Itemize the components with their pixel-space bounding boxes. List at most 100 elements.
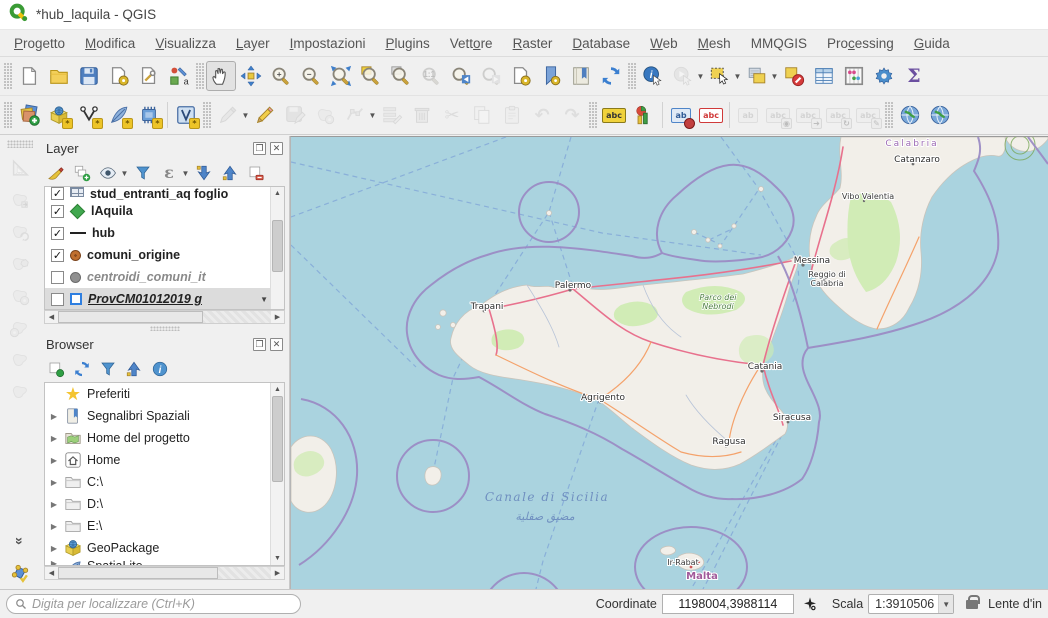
menu-raster[interactable]: Raster [503,33,563,54]
pin-unpin-labels-button[interactable]: ab [666,100,696,130]
browser-item-spatialite[interactable]: ▶SpatiaLite [45,559,284,566]
toggle-editing-button[interactable] [250,100,280,130]
layer-item-centroidi-comuni-it[interactable]: centroidi_comuni_it [45,266,284,288]
layer-scroll-down-arrow[interactable]: ▼ [260,295,268,304]
menu-modifica[interactable]: Modifica [75,33,145,54]
toggle-extents-icon[interactable] [802,596,818,612]
identify-features-button[interactable]: i [638,61,668,91]
layer-diagram-options-button[interactable] [629,100,659,130]
browser-item-preferiti[interactable]: ★Preferiti [45,383,284,405]
zoom-to-selection-button[interactable] [356,61,386,91]
highlight-pinned-labels-button[interactable]: abc [696,100,726,130]
new-spatial-bookmark-button[interactable] [536,61,566,91]
toolbar-grip[interactable] [7,140,33,148]
toolbar-grip[interactable] [4,102,12,128]
toolbar-grip[interactable] [4,63,12,89]
new-map-view-button[interactable] [506,61,536,91]
menu-visualizza[interactable]: Visualizza [145,33,226,54]
new-print-layout-button[interactable] [104,61,134,91]
new-temporary-scratch-layer-button[interactable]: * [134,100,164,130]
toolbar-grip[interactable] [628,63,636,89]
browser-item-segnalibri-spaziali[interactable]: ▶Segnalibri Spaziali [45,405,284,427]
add-selected-layers-button[interactable] [44,357,68,381]
menu-mmqgis[interactable]: MMQGIS [741,33,817,54]
show-layout-manager-button[interactable] [134,61,164,91]
menu-guida[interactable]: Guida [904,33,960,54]
browser-vscrollbar[interactable]: ▲▼ [270,383,284,565]
zoom-to-layer-button[interactable] [386,61,416,91]
layer-item-hub[interactable]: ✓hub [45,222,284,244]
filter-legend-by-expression-dropdown-arrow[interactable]: ▼ [181,169,190,178]
new-spatialite-layer-button[interactable]: * [104,100,134,130]
menu-mesh[interactable]: Mesh [688,33,741,54]
expander-icon[interactable]: ▶ [49,559,59,566]
expander-icon[interactable]: ▶ [49,434,59,443]
new-project-button[interactable] [14,61,44,91]
filter-browser-button[interactable] [96,357,120,381]
field-calculator-button[interactable] [839,61,869,91]
zoom-in-button[interactable]: + [266,61,296,91]
expander-icon[interactable]: ▶ [49,456,59,465]
deselect-all-button[interactable] [779,61,809,91]
layer-item-laquila[interactable]: ✓lAquila [45,200,284,222]
menu-layer[interactable]: Layer [226,33,280,54]
select-features-button[interactable] [705,61,735,91]
open-attribute-table-button[interactable] [809,61,839,91]
menu-impostazioni[interactable]: Impostazioni [280,33,376,54]
toolbar-grip[interactable] [196,63,204,89]
layers-panel-close-button[interactable]: ✕ [270,142,283,155]
filter-legend-by-expression-button[interactable]: ε [157,161,181,185]
zoom-full-button[interactable] [326,61,356,91]
refresh-button[interactable] [596,61,626,91]
expander-icon[interactable]: ▶ [49,500,59,509]
toolbar-grip[interactable] [589,102,597,128]
menu-web[interactable]: Web [640,33,688,54]
pan-to-selection-button[interactable] [236,61,266,91]
layer-item-provcm01012019-g[interactable]: ProvCM01012019 g▼ [45,288,284,310]
browser-item-home[interactable]: ▶Home [45,449,284,471]
coordinate-input[interactable] [669,597,787,611]
save-project-button[interactable] [74,61,104,91]
collapse-all-browser-button[interactable] [122,357,146,381]
expander-icon[interactable]: ▶ [49,412,59,421]
layer-checkbox[interactable] [51,293,64,306]
style-manager-button[interactable]: a [164,61,194,91]
expander-icon[interactable]: ▶ [49,522,59,531]
zoom-out-button[interactable]: − [296,61,326,91]
menu-vettore[interactable]: Vettore [440,33,503,54]
expander-icon[interactable]: ▶ [49,544,59,553]
topology-checker-button[interactable] [5,558,35,588]
statistical-summary-button[interactable]: Σ [899,61,929,91]
toolbar-grip[interactable] [203,102,211,128]
open-project-button[interactable] [44,61,74,91]
map-canvas[interactable]: PalermoTrapaniMessinaReggio diCalabriaCa… [290,136,1048,589]
browser-item-d[interactable]: ▶D:\ [45,493,284,515]
scale-combobox[interactable]: 1:3910506 ▼ [868,594,954,614]
browser-item-geopackage[interactable]: ▶GeoPackage [45,537,284,559]
menu-progetto[interactable]: Progetto [4,33,75,54]
processing-toolbox-button[interactable] [869,61,899,91]
enable-properties-widget-button[interactable]: i [148,357,172,381]
browser-panel-close-button[interactable]: ✕ [270,338,283,351]
locator-search[interactable] [6,594,301,614]
browser-item-home-del-progetto[interactable]: ▶Home del progetto [45,427,284,449]
layer-checkbox[interactable]: ✓ [51,205,64,218]
layers-panel-float-button[interactable]: ❐ [253,142,266,155]
collapse-all-button[interactable] [218,161,242,185]
layer-checkbox[interactable]: ✓ [51,187,64,200]
layer-checkbox[interactable]: ✓ [51,249,64,262]
mmqgis-globe-1-button[interactable] [895,100,925,130]
layers-vscrollbar[interactable]: ▲ [270,187,284,309]
pan-map-button[interactable] [206,61,236,91]
panel-splitter[interactable] [40,324,289,332]
toolbar-grip[interactable] [885,102,893,128]
layer-checkbox[interactable] [51,271,64,284]
menu-plugins[interactable]: Plugins [375,33,439,54]
new-shapefile-layer-button[interactable]: * [74,100,104,130]
select-features-by-value-button[interactable] [742,61,772,91]
browser-panel-float-button[interactable]: ❐ [253,338,266,351]
show-spatial-bookmarks-button[interactable] [566,61,596,91]
data-source-manager-button[interactable] [14,100,44,130]
browser-hscrollbar[interactable]: ◀▶ [44,566,285,580]
layer-item-stud-entranti-aq-foglio[interactable]: ✓stud_entranti_aq foglio [45,187,284,200]
